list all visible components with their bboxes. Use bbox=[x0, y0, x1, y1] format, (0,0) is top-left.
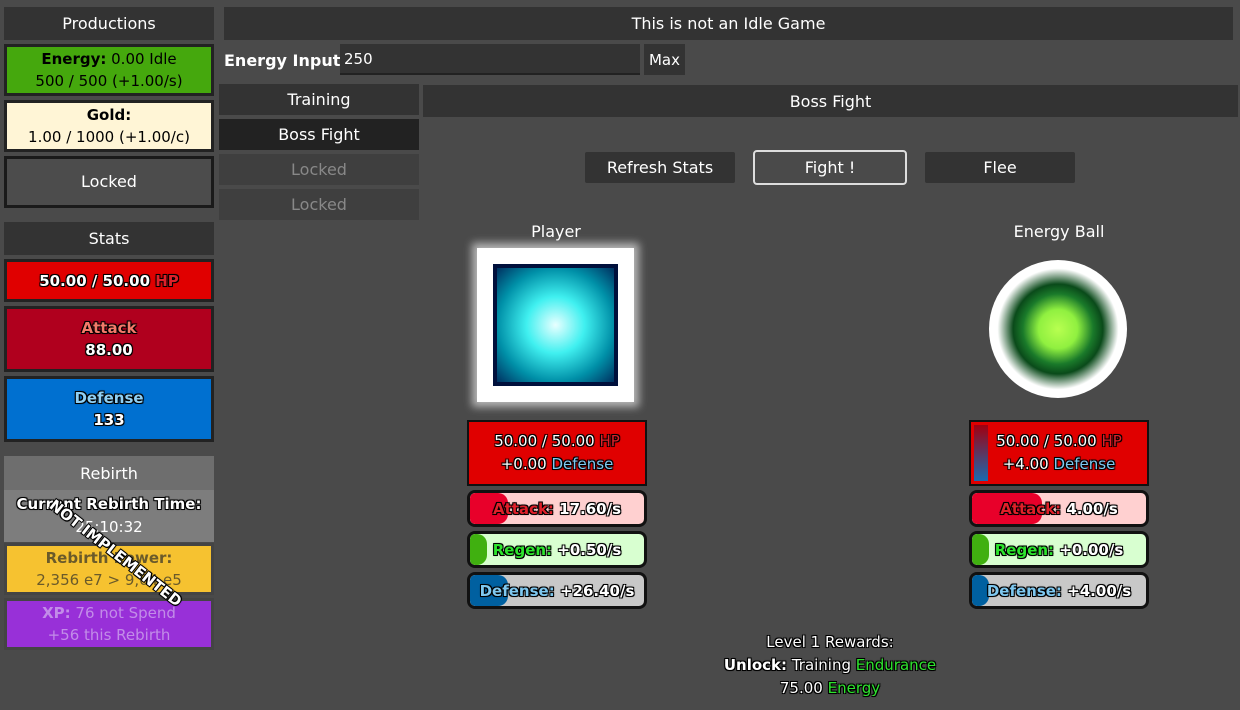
player-regen-label: Regen: bbox=[492, 540, 553, 559]
locked-resource-box: Locked bbox=[4, 156, 214, 208]
player-attack-label: Attack: bbox=[492, 499, 554, 518]
rewards-unlock-highlight: Endurance bbox=[855, 655, 937, 674]
player-defense-value: +26.40/s bbox=[559, 581, 635, 600]
fight-button[interactable]: Fight ! bbox=[753, 150, 907, 185]
attack-stat-box: Attack 88.00 bbox=[4, 306, 214, 372]
player-attack-value: 17.60/s bbox=[559, 499, 622, 518]
player-def-label: Defense bbox=[551, 455, 614, 473]
defense-stat-value: 133 bbox=[93, 411, 125, 429]
productions-title: Productions bbox=[62, 14, 156, 33]
xp-line2: +56 this Rebirth bbox=[47, 626, 171, 644]
enemy-defense-label: Defense: bbox=[986, 581, 1062, 600]
refresh-stats-label: Refresh Stats bbox=[606, 158, 714, 177]
game-title-bar: This is not an Idle Game bbox=[224, 7, 1233, 40]
defense-stat-label: Defense bbox=[74, 389, 144, 407]
productions-header: Productions bbox=[4, 7, 214, 40]
stats-title: Stats bbox=[88, 229, 130, 248]
enemy-def-label: Defense bbox=[1053, 455, 1116, 473]
gold-value: 1.00 / 1000 (+1.00/c) bbox=[28, 128, 190, 146]
max-button-label: Max bbox=[648, 50, 680, 69]
enemy-hp-suffix: HP bbox=[1101, 432, 1122, 450]
energy-input-label: Energy Input: bbox=[224, 51, 347, 70]
energy-input-field[interactable] bbox=[340, 44, 640, 75]
fight-label: Fight ! bbox=[804, 158, 856, 177]
flee-label: Flee bbox=[983, 158, 1017, 177]
tab-training-label: Training bbox=[287, 90, 351, 109]
tab-locked-2-label: Locked bbox=[291, 195, 347, 214]
tab-locked-1-label: Locked bbox=[291, 160, 347, 179]
player-avatar bbox=[477, 248, 634, 402]
enemy-attack-value: 4.00/s bbox=[1066, 499, 1118, 518]
xp-label: XP: bbox=[42, 604, 71, 622]
tab-boss-fight-label: Boss Fight bbox=[278, 125, 360, 144]
game-title: This is not an Idle Game bbox=[631, 14, 826, 33]
enemy-hp-gauge bbox=[974, 425, 988, 481]
player-attack-pill: Attack: 17.60/s bbox=[467, 490, 647, 527]
rewards-unlock-text: Training bbox=[791, 655, 851, 674]
player-hp-value: 50.00 / 50.00 bbox=[494, 432, 595, 450]
hp-stat-suffix: HP bbox=[155, 271, 179, 290]
enemy-defense-value: +4.00/s bbox=[1067, 581, 1132, 600]
player-regen-pill: Regen: +0.50/s bbox=[467, 531, 647, 568]
rewards-energy-value: 75.00 bbox=[779, 678, 823, 697]
energy-resource-box[interactable]: Energy: 0.00 Idle 500 / 500 (+1.00/s) bbox=[4, 44, 214, 96]
player-defense-label: Defense: bbox=[479, 581, 555, 600]
tab-training[interactable]: Training bbox=[219, 84, 419, 115]
boss-fight-header: Boss Fight bbox=[423, 85, 1238, 117]
player-regen-value: +0.50/s bbox=[557, 540, 622, 559]
hp-stat-box: 50.00 / 50.00 HP bbox=[4, 259, 214, 302]
rewards-energy-label: Energy bbox=[827, 678, 881, 697]
xp-value: 76 not Spend bbox=[75, 604, 176, 622]
rewards-box: Level 1 Rewards: Unlock: Training Endura… bbox=[680, 630, 980, 700]
locked-resource-label: Locked bbox=[81, 172, 137, 191]
enemy-attack-label: Attack: bbox=[1000, 499, 1062, 518]
rewards-unlock-label: Unlock: bbox=[723, 655, 788, 674]
boss-fight-title: Boss Fight bbox=[789, 91, 872, 111]
tab-boss-fight[interactable]: Boss Fight bbox=[219, 119, 419, 150]
stats-header: Stats bbox=[4, 222, 214, 255]
player-def-value: +0.00 bbox=[500, 455, 547, 473]
rebirth-title: Rebirth bbox=[80, 463, 138, 483]
rebirth-time-box: Current Rebirth Time: 25:10:32 bbox=[4, 490, 214, 542]
enemy-hp-value: 50.00 / 50.00 bbox=[996, 432, 1097, 450]
enemy-hp-box: 50.00 / 50.00 HP +4.00 Defense bbox=[969, 420, 1149, 486]
player-hp-suffix: HP bbox=[599, 432, 620, 450]
max-button[interactable]: Max bbox=[644, 44, 685, 75]
energy-value: 500 / 500 (+1.00/s) bbox=[35, 72, 183, 90]
attack-stat-label: Attack bbox=[81, 319, 137, 337]
hp-stat-value: 50.00 / 50.00 bbox=[39, 271, 151, 290]
gold-label: Gold: bbox=[86, 106, 132, 124]
gold-resource-box[interactable]: Gold: 1.00 / 1000 (+1.00/c) bbox=[4, 100, 214, 152]
enemy-attack-pill: Attack: 4.00/s bbox=[969, 490, 1149, 527]
player-hp-box: 50.00 / 50.00 HP +0.00 Defense bbox=[467, 420, 647, 486]
flee-button[interactable]: Flee bbox=[925, 152, 1075, 183]
enemy-avatar bbox=[989, 260, 1127, 398]
energy-idle: 0.00 Idle bbox=[111, 50, 177, 68]
enemy-def-value: +4.00 bbox=[1002, 455, 1049, 473]
tab-locked-1: Locked bbox=[219, 154, 419, 185]
player-name: Player bbox=[531, 221, 581, 241]
enemy-regen-pill: Regen: +0.00/s bbox=[969, 531, 1149, 568]
attack-stat-value: 88.00 bbox=[85, 341, 133, 359]
refresh-stats-button[interactable]: Refresh Stats bbox=[585, 152, 735, 183]
xp-box: XP: 76 not Spend +56 this Rebirth bbox=[4, 598, 214, 650]
player-defense-pill: Defense: +26.40/s bbox=[467, 572, 647, 609]
enemy-defense-pill: Defense: +4.00/s bbox=[969, 572, 1149, 609]
rewards-title: Level 1 Rewards: bbox=[766, 632, 894, 651]
energy-label: Energy: bbox=[41, 50, 107, 68]
rebirth-header: Rebirth bbox=[4, 456, 214, 490]
enemy-name: Energy Ball bbox=[1013, 221, 1105, 241]
enemy-regen-value: +0.00/s bbox=[1059, 540, 1124, 559]
enemy-regen-label: Regen: bbox=[994, 540, 1055, 559]
defense-stat-box: Defense 133 bbox=[4, 376, 214, 442]
tab-locked-2: Locked bbox=[219, 189, 419, 220]
